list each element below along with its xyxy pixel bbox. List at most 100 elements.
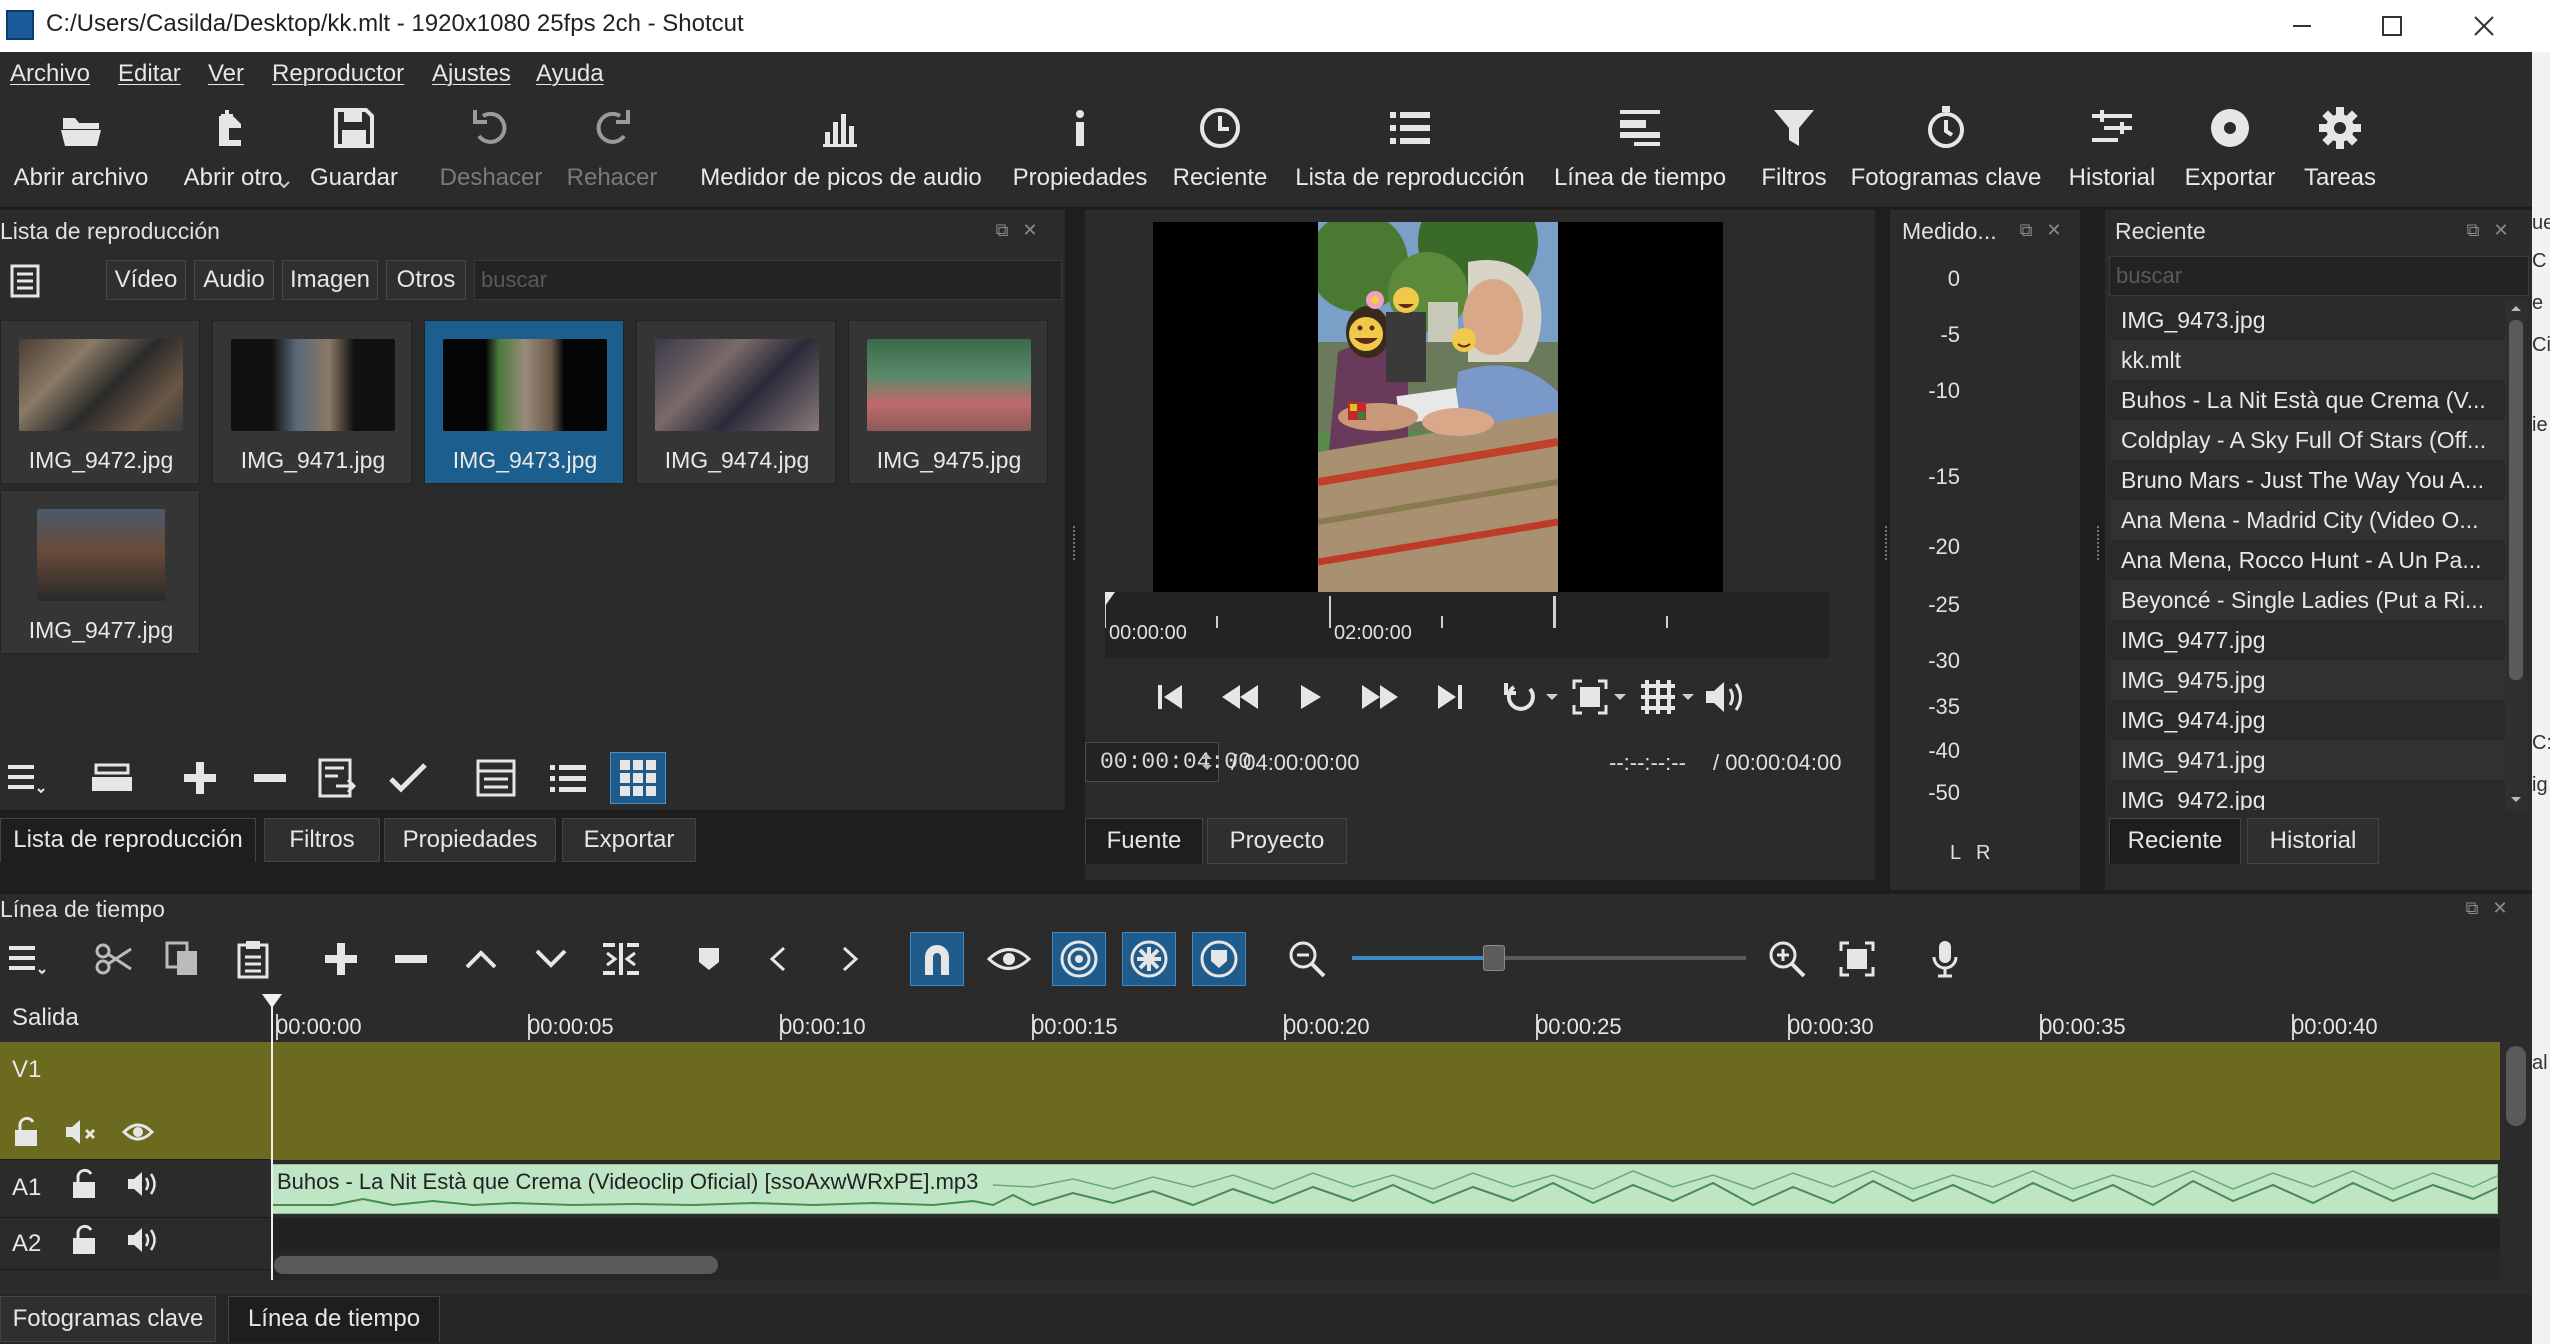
open-file-button[interactable]: Abrir archivo [8,100,154,204]
playlist-update-button[interactable] [312,752,364,804]
recent-item[interactable]: Bruno Mars - Just The Way You A... [2111,460,2505,500]
playlist-item[interactable]: IMG_9477.jpg [0,490,200,654]
recent-item[interactable]: Ana Mena, Rocco Hunt - A Un Pa... [2111,540,2505,580]
record-audio-button[interactable] [1918,932,1972,986]
playlist-item[interactable]: IMG_9472.jpg [0,320,200,484]
undo-button[interactable]: Deshacer [436,100,546,204]
recent-item[interactable]: IMG_9475.jpg [2111,660,2505,700]
keyframes-button[interactable]: Fotogramas clave [1851,100,2041,204]
playlist-item[interactable]: IMG_9475.jpg [848,320,1048,484]
close-window-button[interactable] [2438,0,2530,52]
audio-clip[interactable]: Buhos - La Nit Està que Crema (Videoclip… [272,1164,2498,1214]
tab-history[interactable]: Historial [2247,818,2379,864]
menu-ver[interactable]: Ver [208,60,244,88]
save-button[interactable]: Guardar [308,100,400,204]
volume-icon[interactable] [126,1226,158,1254]
playlist-item[interactable]: IMG_9474.jpg [636,320,836,484]
ripple-markers-toggle[interactable] [1192,932,1246,986]
fast-forward-button[interactable] [1355,672,1405,722]
timeline-playhead[interactable] [271,994,273,1280]
open-other-button[interactable]: Abrir otro [174,100,292,204]
ripple-all-tracks-toggle[interactable] [1122,932,1176,986]
close-panel-icon[interactable]: ✕ [2491,220,2511,240]
playlist-menu-button[interactable] [0,752,52,804]
recent-item[interactable]: IMG_9477.jpg [2111,620,2505,660]
close-panel-icon[interactable]: ✕ [1020,220,1040,240]
tab-timeline[interactable]: Línea de tiempo [228,1296,440,1342]
scrollbar-thumb[interactable] [274,1256,718,1274]
playlist-item-selected[interactable]: IMG_9473.jpg [424,320,624,484]
zoom-slider-handle[interactable] [1483,945,1505,971]
filter-audio-button[interactable]: Audio [194,260,274,300]
recent-item[interactable]: IMG_9472.jpg [2111,780,2505,810]
tab-source[interactable]: Fuente [1085,818,1203,864]
filters-button[interactable]: Filtros [1752,100,1836,204]
maximize-button[interactable] [2346,0,2438,52]
playlist-select-button[interactable] [382,752,434,804]
open-other-dropdown-icon[interactable] [278,180,290,190]
menu-editar[interactable]: Editar [118,60,181,88]
lock-open-icon[interactable] [70,1168,98,1200]
track-lane-a2[interactable] [270,1218,2500,1250]
recent-scrollbar[interactable] [2505,300,2527,810]
scroll-down-icon[interactable] [2510,796,2522,804]
grid-overlay-button[interactable] [1633,672,1683,722]
zoom-dropdown-icon[interactable] [1613,692,1627,702]
icon-view-button[interactable] [610,752,666,804]
loop-button[interactable] [1497,672,1547,722]
loop-dropdown-icon[interactable] [1545,692,1559,702]
recent-item[interactable]: Ana Mena - Madrid City (Video O... [2111,500,2505,540]
float-icon[interactable]: ⧉ [2016,220,2036,240]
grid-dropdown-icon[interactable] [1681,692,1695,702]
zoom-slider[interactable] [1352,945,1746,971]
recent-item[interactable]: Beyoncé - Single Ladies (Put a Ri... [2111,580,2505,620]
tab-filters[interactable]: Filtros [264,818,380,862]
mute-icon[interactable] [64,1118,98,1146]
playlist-view-menu-button[interactable] [6,262,44,300]
float-icon[interactable]: ⧉ [2462,898,2482,918]
ripple-delete-button[interactable] [384,932,438,986]
tab-recent[interactable]: Reciente [2109,818,2241,864]
volume-button[interactable] [1701,672,1751,722]
menu-archivo[interactable]: Archivo [10,60,90,88]
recent-search-input[interactable]: buscar [2109,256,2529,296]
snap-toggle[interactable] [910,932,964,986]
playlist-open-button[interactable] [86,752,138,804]
tab-playlist[interactable]: Lista de reproducción [0,818,256,862]
timeline-horizontal-scrollbar[interactable] [270,1250,2500,1280]
split-button[interactable] [594,932,648,986]
recent-item[interactable]: kk.mlt [2111,340,2505,380]
minimize-button[interactable] [2256,0,2348,52]
jobs-button[interactable]: Tareas [2296,100,2384,204]
timeline-button[interactable]: Línea de tiempo [1552,100,1728,204]
scrollbar-thumb[interactable] [2509,320,2523,680]
scroll-up-icon[interactable] [2510,304,2522,312]
paste-button[interactable] [226,932,280,986]
ripple-toggle[interactable] [1052,932,1106,986]
track-header-a1[interactable]: A1 [0,1160,270,1218]
volume-icon[interactable] [126,1170,158,1198]
tab-properties[interactable]: Propiedades [384,818,556,862]
previous-marker-button[interactable] [752,932,806,986]
tab-keyframes[interactable]: Fotogramas clave [0,1296,216,1342]
history-button[interactable]: Historial [2060,100,2164,204]
playlist-item[interactable]: IMG_9471.jpg [212,320,412,484]
float-icon[interactable]: ⧉ [992,220,1012,240]
menu-ayuda[interactable]: Ayuda [536,60,604,88]
filter-other-button[interactable]: Otros [386,260,466,300]
track-lane-a1[interactable]: Buhos - La Nit Està que Crema (Videoclip… [270,1160,2500,1218]
track-lane-v1[interactable] [270,1042,2500,1160]
player-scrubber[interactable] [1105,592,1829,658]
add-marker-button[interactable] [682,932,736,986]
timeline-ruler[interactable]: 00:00:00 00:00:05 00:00:10 00:00:15 00:0… [270,994,2500,1042]
recent-button[interactable]: Reciente [1172,100,1268,204]
menu-ajustes[interactable]: Ajustes [432,60,511,88]
float-icon[interactable]: ⧉ [2463,220,2483,240]
export-button[interactable]: Exportar [2180,100,2280,204]
overwrite-button[interactable] [524,932,578,986]
scrollbar-thumb[interactable] [2506,1046,2526,1126]
lock-open-icon[interactable] [12,1116,40,1148]
splitter-handle[interactable] [1073,526,1077,560]
redo-button[interactable]: Rehacer [560,100,664,204]
filter-image-button[interactable]: Imagen [282,260,378,300]
